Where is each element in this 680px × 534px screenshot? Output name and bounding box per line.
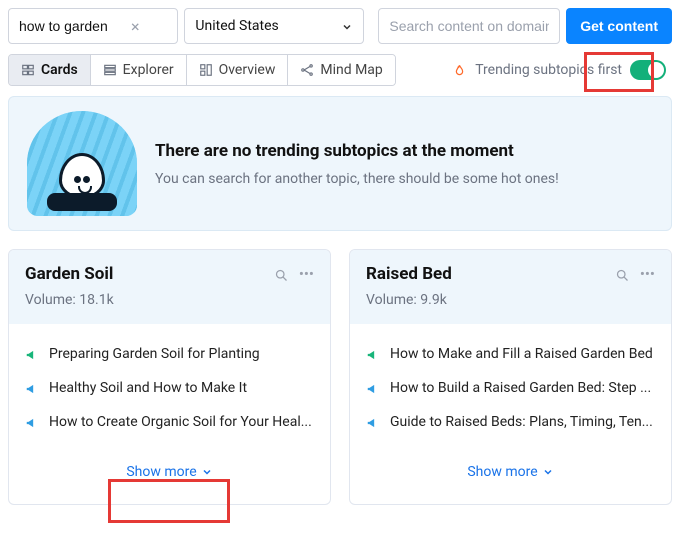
show-more-link[interactable]: Show more — [467, 464, 553, 480]
tab-label: Overview — [219, 62, 276, 78]
card-title: Raised Bed — [366, 264, 605, 284]
tab-label: Explorer — [123, 62, 174, 78]
list-item[interactable]: Preparing Garden Soil for Planting — [25, 338, 314, 372]
domain-search-field[interactable] — [378, 8, 560, 44]
cards-container: Garden Soil ••• Volume: 18.1k Preparing … — [0, 249, 680, 505]
tab-label: Mind Map — [320, 62, 382, 78]
overview-icon — [199, 63, 213, 77]
clear-search-icon[interactable]: × — [129, 17, 142, 36]
view-tabs-row: Cards Explorer Overview Mind Map Trendin… — [0, 50, 680, 96]
bullhorn-icon — [25, 380, 41, 398]
tab-label: Cards — [41, 62, 78, 78]
search-icon[interactable] — [615, 265, 630, 283]
tab-overview[interactable]: Overview — [187, 55, 289, 85]
bullhorn-icon — [366, 414, 382, 432]
explorer-icon — [103, 63, 117, 77]
country-select[interactable]: United States — [184, 8, 364, 44]
empty-state-title: There are no trending subtopics at the m… — [155, 141, 559, 161]
card-body: How to Make and Fill a Raised Garden Bed… — [350, 324, 671, 454]
topic-search-input[interactable] — [19, 18, 129, 34]
country-value: United States — [195, 18, 278, 34]
tab-cards[interactable]: Cards — [9, 55, 91, 85]
card-volume: Volume: 18.1k — [25, 292, 314, 308]
list-item[interactable]: Guide to Raised Beds: Plans, Timing, Ten… — [366, 406, 655, 440]
list-item[interactable]: Healthy Soil and How to Make It — [25, 372, 314, 406]
topic-search-field[interactable]: × — [8, 8, 178, 44]
trending-toggle-label: Trending subtopics first — [475, 62, 622, 78]
list-item[interactable]: How to Build a Raised Garden Bed: Step .… — [366, 372, 655, 406]
top-bar: × United States Get content — [0, 0, 680, 50]
empty-state-illustration — [27, 111, 137, 216]
card-header: Garden Soil ••• Volume: 18.1k — [9, 250, 330, 324]
empty-state-text: There are no trending subtopics at the m… — [155, 141, 559, 187]
trending-toggle[interactable] — [630, 60, 666, 80]
card-body: Preparing Garden Soil for Planting Healt… — [9, 324, 330, 454]
list-item[interactable]: How to Make and Fill a Raised Garden Bed — [366, 338, 655, 372]
tab-explorer[interactable]: Explorer — [91, 55, 187, 85]
get-content-button[interactable]: Get content — [566, 8, 672, 44]
chevron-down-icon — [341, 19, 353, 33]
show-more-link[interactable]: Show more — [126, 464, 212, 480]
bullhorn-icon — [366, 380, 382, 398]
tab-mind-map[interactable]: Mind Map — [288, 55, 394, 85]
topic-card: Raised Bed ••• Volume: 9.9k How to Make … — [349, 249, 672, 505]
bullhorn-icon — [25, 414, 41, 432]
search-icon[interactable] — [274, 265, 289, 283]
toggle-knob — [648, 62, 664, 78]
empty-state-subtitle: You can search for another topic, there … — [155, 171, 559, 187]
mindmap-icon — [300, 63, 314, 77]
more-icon[interactable]: ••• — [299, 265, 314, 283]
view-segmented-control: Cards Explorer Overview Mind Map — [8, 54, 396, 86]
empty-state-panel: There are no trending subtopics at the m… — [8, 96, 672, 231]
list-item[interactable]: How to Create Organic Soil for Your Heal… — [25, 406, 314, 440]
flame-icon — [452, 61, 467, 79]
bullhorn-icon — [25, 346, 41, 364]
card-header: Raised Bed ••• Volume: 9.9k — [350, 250, 671, 324]
bullhorn-icon — [366, 346, 382, 364]
more-icon[interactable]: ••• — [640, 265, 655, 283]
cards-icon — [21, 63, 35, 77]
topic-card: Garden Soil ••• Volume: 18.1k Preparing … — [8, 249, 331, 505]
domain-search-input[interactable] — [389, 18, 549, 34]
card-title: Garden Soil — [25, 264, 264, 284]
trending-toggle-area: Trending subtopics first — [446, 58, 672, 82]
card-volume: Volume: 9.9k — [366, 292, 655, 308]
